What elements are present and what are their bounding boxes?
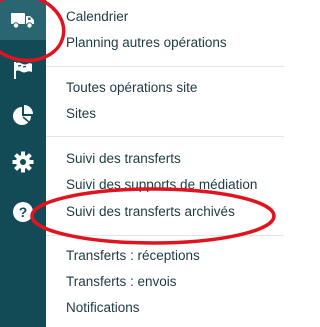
menu-divider xyxy=(46,136,284,137)
flag-icon xyxy=(14,62,32,79)
svg-text:?: ? xyxy=(19,204,28,220)
menu-item-transferts-receptions[interactable]: Transferts : réceptions xyxy=(66,248,200,264)
menu-item-transferts-envois[interactable]: Transferts : envois xyxy=(66,274,177,290)
menu-item-notifications[interactable]: Notifications xyxy=(66,300,140,316)
help-icon: ? xyxy=(13,202,33,222)
menu-item-calendrier[interactable]: Calendrier xyxy=(66,9,128,25)
transport-menu: Calendrier Planning autres opérations To… xyxy=(46,0,284,327)
pie-chart-icon xyxy=(13,105,33,125)
menu-divider xyxy=(46,235,284,236)
menu-item-suivi-des-transferts-archives[interactable]: Suivi des transferts archivés xyxy=(66,204,235,220)
menu-item-suivi-des-supports-de-mediation[interactable]: Suivi des supports de médiation xyxy=(66,177,257,193)
app-frame: ? Calendrier Planning autres opérations … xyxy=(0,0,284,327)
icon-rail: ? xyxy=(0,0,46,327)
rail-item-help[interactable]: ? xyxy=(0,192,46,232)
rail-item-stats[interactable] xyxy=(0,96,46,136)
menu-item-sites[interactable]: Sites xyxy=(66,106,96,122)
rail-item-settings[interactable] xyxy=(0,142,46,182)
menu-item-toutes-operations-site[interactable]: Toutes opérations site xyxy=(66,80,197,96)
rail-item-transport[interactable] xyxy=(0,0,46,40)
rail-item-flag[interactable] xyxy=(0,50,46,90)
menu-divider xyxy=(46,66,284,67)
truck-icon xyxy=(11,13,34,29)
menu-item-suivi-des-transferts[interactable]: Suivi des transferts xyxy=(66,151,181,167)
menu-item-planning-autres-operations[interactable]: Planning autres opérations xyxy=(66,35,227,51)
gear-icon xyxy=(12,151,34,173)
